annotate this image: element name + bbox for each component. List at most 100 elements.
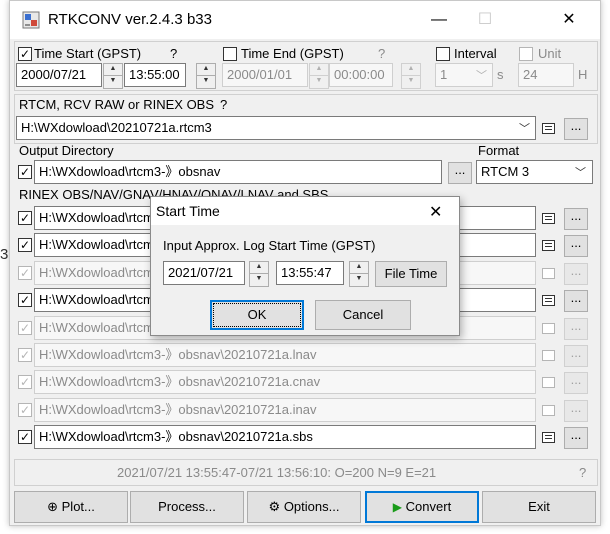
output-file-browse-button[interactable]: ... [564, 318, 588, 340]
output-file-checkbox[interactable]: ✓ [18, 266, 32, 280]
close-button[interactable]: ✕ [546, 1, 592, 39]
window-title: RTKCONV ver.2.4.3 b33 [48, 11, 212, 28]
background-fragment: 3 [0, 246, 9, 263]
spin-down-icon[interactable]: ▼ [401, 75, 421, 89]
output-file-input[interactable]: H:\WXdowload\rtcm3-》obsnav\20210721a.lna… [34, 343, 536, 367]
chevron-down-icon: ﹀ [575, 167, 586, 179]
interval-checkbox[interactable] [436, 47, 450, 61]
spin-down-icon[interactable]: ▼ [196, 75, 216, 89]
time-start-checkbox[interactable]: ✓ [18, 47, 32, 61]
plot-icon: ⊕ [47, 499, 59, 514]
output-file-input[interactable]: H:\WXdowload\rtcm3-》obsnav\20210721a.ina… [34, 398, 536, 422]
close-icon: ✕ [562, 11, 576, 28]
unit-checkbox[interactable] [519, 47, 533, 61]
minimize-button[interactable]: — [416, 1, 462, 39]
spin-down-icon[interactable]: ▼ [249, 273, 269, 287]
cancel-button[interactable]: Cancel [315, 300, 411, 330]
dialog-date-input[interactable]: 2021/07/21 [163, 261, 245, 285]
spin-down-icon[interactable]: ▼ [309, 75, 329, 89]
dialog-time-input[interactable]: 13:55:47 [276, 261, 344, 285]
output-file-checkbox[interactable]: ✓ [18, 375, 32, 389]
view-file-icon[interactable] [542, 240, 556, 252]
output-dir-checkbox[interactable]: ✓ [18, 165, 32, 179]
input-browse-button[interactable]: ... [564, 118, 588, 140]
title-bar[interactable]: RTKCONV ver.2.4.3 b33 — ☐ ✕ [10, 1, 600, 39]
process-button[interactable]: Process... [130, 491, 244, 523]
status-text: 2021/07/21 13:55:47-07/21 13:56:10: O=20… [117, 465, 437, 480]
view-file-icon[interactable] [542, 123, 556, 135]
spin-down-icon[interactable]: ▼ [103, 75, 123, 89]
output-dir-browse-button[interactable]: ... [448, 162, 472, 184]
format-value: RTCM 3 [481, 164, 530, 179]
convert-button-label: Convert [405, 499, 452, 514]
output-file-checkbox[interactable]: ✓ [18, 348, 32, 362]
process-button-label: Process... [158, 499, 216, 514]
time-start-time-input[interactable]: 13:55:00 [124, 63, 186, 87]
output-file-checkbox[interactable]: ✓ [18, 238, 32, 252]
output-file-checkbox[interactable]: ✓ [18, 430, 32, 444]
output-file-browse-button[interactable]: ... [564, 345, 588, 367]
format-select[interactable]: RTCM 3 ﹀ [476, 160, 593, 184]
output-file-browse-button[interactable]: ... [564, 290, 588, 312]
time-end-date-input[interactable]: 2000/01/01 [222, 63, 308, 87]
time-start-help[interactable]: ? [170, 46, 177, 61]
ok-button-label: OK [247, 307, 267, 322]
interval-select[interactable]: 1 ﹀ [435, 63, 493, 87]
maximize-button[interactable]: ☐ [462, 1, 508, 39]
output-file-browse-button[interactable]: ... [564, 235, 588, 257]
input-file-combo[interactable]: H:\WXdowload\20210721a.rtcm3 ﹀ [16, 116, 536, 140]
output-file-input[interactable]: H:\WXdowload\rtcm3-》obsnav\20210721a.sbs [34, 425, 536, 449]
output-file-browse-button[interactable]: ... [564, 263, 588, 285]
status-help[interactable]: ? [579, 465, 586, 480]
output-file-checkbox[interactable]: ✓ [18, 293, 32, 307]
view-file-icon[interactable] [542, 323, 556, 335]
time-end-date-spinner[interactable]: ▲ ▼ [309, 63, 329, 89]
dialog-time-spinner[interactable]: ▲ ▼ [349, 261, 369, 287]
dialog-prompt: Input Approx. Log Start Time (GPST) [163, 238, 376, 253]
output-file-browse-button[interactable]: ... [564, 427, 588, 449]
exit-button[interactable]: Exit [482, 491, 596, 523]
app-icon [22, 11, 40, 29]
unit-label: Unit [538, 46, 562, 61]
unit-input[interactable]: 24 [518, 63, 574, 87]
time-end-checkbox[interactable] [223, 47, 237, 61]
output-file-input[interactable]: H:\WXdowload\rtcm3-》obsnav\20210721a.cna… [34, 370, 536, 394]
output-file-checkbox[interactable]: ✓ [18, 211, 32, 225]
view-file-icon[interactable] [542, 213, 556, 225]
view-file-icon[interactable] [542, 377, 556, 389]
output-file-browse-button[interactable]: ... [564, 208, 588, 230]
spin-down-icon[interactable]: ▼ [349, 273, 369, 287]
plot-button-label: Plot... [61, 499, 95, 514]
view-file-icon[interactable] [542, 432, 556, 444]
time-end-time-spinner[interactable]: ▲ ▼ [401, 63, 421, 89]
output-file-checkbox[interactable]: ✓ [18, 403, 32, 417]
options-button[interactable]: ⚙ Options... [247, 491, 361, 523]
ok-button[interactable]: OK [210, 300, 304, 330]
view-file-icon[interactable] [542, 350, 556, 362]
convert-button[interactable]: ▶ Convert [365, 491, 479, 523]
time-start-date-spinner[interactable]: ▲ ▼ [103, 63, 123, 89]
minimize-icon: — [431, 11, 447, 28]
dialog-date-spinner[interactable]: ▲ ▼ [249, 261, 269, 287]
exit-button-label: Exit [528, 499, 550, 514]
plot-button[interactable]: ⊕ Plot... [14, 491, 128, 523]
output-file-browse-button[interactable]: ... [564, 372, 588, 394]
output-dir-label: Output Directory [19, 143, 114, 158]
output-dir-input[interactable]: H:\WXdowload\rtcm3-》obsnav [34, 160, 442, 184]
status-bar: 2021/07/21 13:55:47-07/21 13:56:10: O=20… [14, 459, 598, 486]
dialog-close-icon[interactable]: ✕ [429, 202, 442, 222]
check-icon: ✓ [19, 403, 31, 417]
time-end-help[interactable]: ? [378, 46, 385, 61]
dialog-title-bar[interactable]: Start Time ✕ [151, 197, 459, 225]
view-file-icon[interactable] [542, 295, 556, 307]
time-start-date-input[interactable]: 2000/07/21 [16, 63, 102, 87]
view-file-icon[interactable] [542, 268, 556, 280]
input-help[interactable]: ? [220, 97, 227, 112]
file-time-button[interactable]: File Time [375, 261, 447, 287]
interval-unit-label: s [497, 67, 504, 82]
time-start-time-spinner[interactable]: ▲ ▼ [196, 63, 216, 89]
time-end-time-input[interactable]: 00:00:00 [329, 63, 393, 87]
output-file-browse-button[interactable]: ... [564, 400, 588, 422]
view-file-icon[interactable] [542, 405, 556, 417]
output-file-checkbox[interactable]: ✓ [18, 321, 32, 335]
